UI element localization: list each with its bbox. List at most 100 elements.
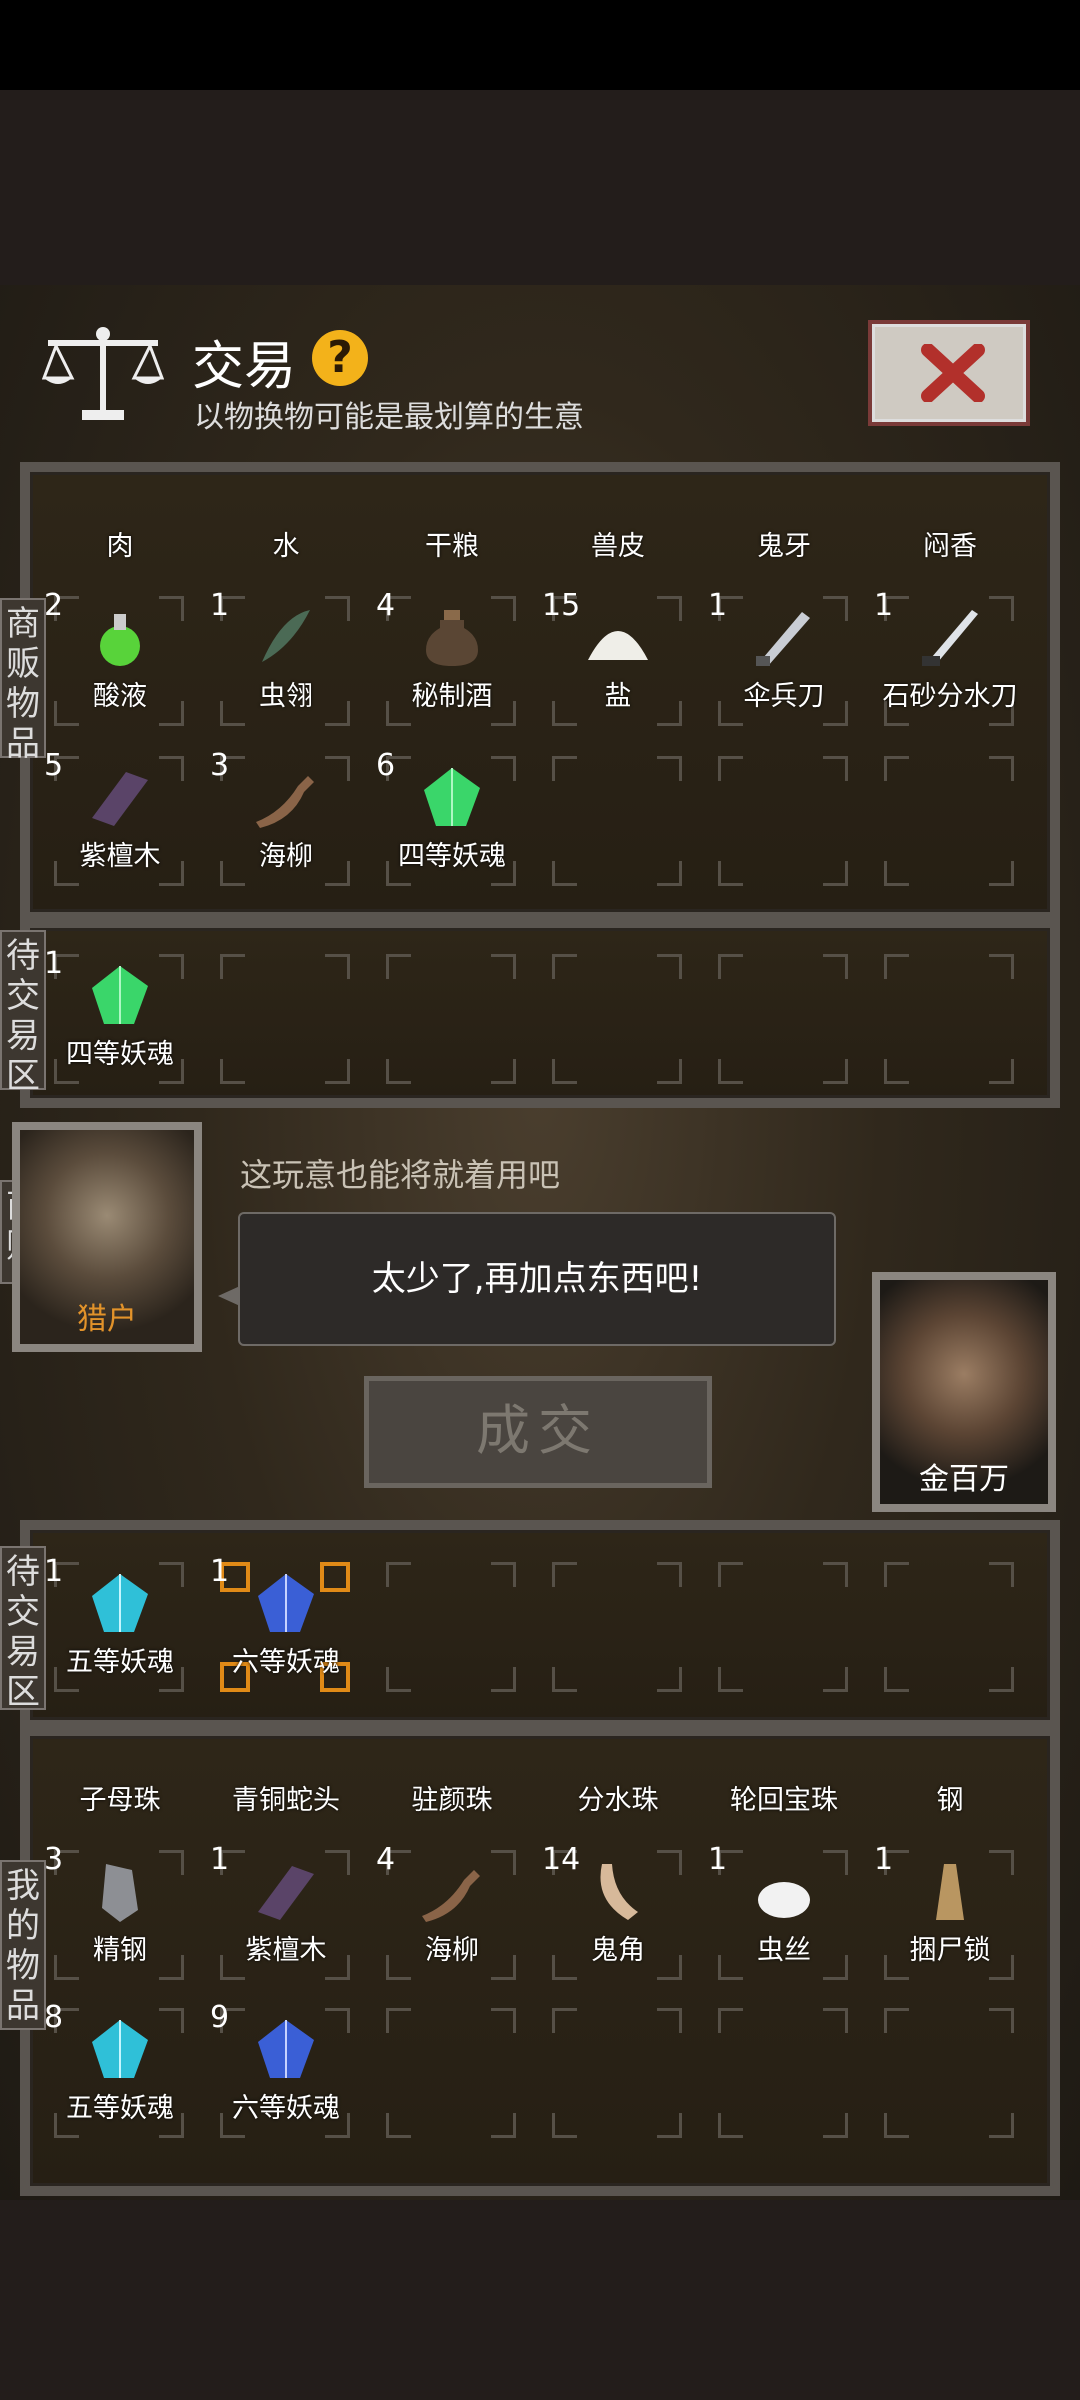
item-quantity: 4 bbox=[376, 1842, 396, 1877]
horn-icon bbox=[584, 1860, 652, 1922]
item-name: 驻颜珠 bbox=[411, 1785, 493, 1816]
item-quantity: 2 bbox=[44, 588, 64, 623]
inventory-item-partial[interactable]: 鬼牙 bbox=[702, 524, 866, 584]
inventory-item[interactable]: 8 五等妖魂 bbox=[38, 2000, 202, 2130]
item-quantity: 1 bbox=[874, 1842, 894, 1877]
inventory-item[interactable]: 5 紫檀木 bbox=[38, 748, 202, 878]
slot-corner bbox=[657, 1667, 682, 1692]
merchant-speech-bubble: 太少了,再加点东西吧! bbox=[238, 1212, 836, 1346]
item-name: 紫檀木 bbox=[79, 841, 161, 872]
knife-icon bbox=[750, 606, 818, 668]
slot-corner bbox=[657, 2008, 682, 2033]
slot-corner bbox=[491, 2008, 516, 2033]
inventory-item[interactable]: 1 石砂分水刀 bbox=[868, 588, 1032, 718]
inventory-item[interactable]: 15 盐 bbox=[536, 588, 700, 718]
item-name: 海柳 bbox=[259, 841, 313, 872]
item-quantity: 1 bbox=[708, 1842, 728, 1877]
inventory-item[interactable]: 1 五等妖魂 bbox=[38, 1554, 202, 1684]
slot[interactable] bbox=[386, 2008, 516, 2138]
salt-pile-icon bbox=[584, 606, 652, 668]
slot-corner bbox=[884, 954, 909, 979]
close-icon bbox=[921, 344, 985, 402]
slot[interactable] bbox=[718, 756, 848, 886]
silk-bowl-icon bbox=[750, 1860, 818, 1922]
inventory-item[interactable]: 1 虫丝 bbox=[702, 1842, 866, 1972]
slot[interactable] bbox=[884, 954, 1014, 1084]
player-portrait[interactable]: 金百万 bbox=[872, 1272, 1056, 1512]
inventory-item-partial[interactable]: 驻颜珠 bbox=[370, 1778, 534, 1838]
slot[interactable] bbox=[386, 954, 516, 1084]
blade-icon bbox=[916, 606, 984, 668]
slot-corner bbox=[989, 2008, 1014, 2033]
inventory-item[interactable]: 1 虫翎 bbox=[204, 588, 368, 718]
item-quantity: 1 bbox=[874, 588, 894, 623]
item-name: 海柳 bbox=[425, 1935, 479, 1966]
merchant-portrait[interactable]: 猎户 bbox=[12, 1122, 202, 1352]
slot[interactable] bbox=[884, 756, 1014, 886]
inventory-item[interactable]: 3 海柳 bbox=[204, 748, 368, 878]
inventory-item[interactable]: 9 六等妖魂 bbox=[204, 2000, 368, 2130]
inventory-item[interactable]: 1 六等妖魂 bbox=[204, 1554, 368, 1684]
slot-corner bbox=[552, 1562, 577, 1587]
inventory-item[interactable]: 3 精钢 bbox=[38, 1842, 202, 1972]
inventory-item-partial[interactable]: 肉 bbox=[38, 524, 202, 584]
wood-icon bbox=[252, 1860, 320, 1922]
inventory-item-partial[interactable]: 闷香 bbox=[868, 524, 1032, 584]
item-quantity: 3 bbox=[44, 1842, 64, 1877]
inventory-item-partial[interactable]: 子母珠 bbox=[38, 1778, 202, 1838]
slot-corner bbox=[386, 1562, 411, 1587]
item-name: 精钢 bbox=[93, 1935, 147, 1966]
inventory-item-partial[interactable]: 钢 bbox=[868, 1778, 1032, 1838]
slot-corner bbox=[718, 756, 743, 781]
slot-corner bbox=[552, 954, 577, 979]
rope-icon bbox=[916, 1860, 984, 1922]
inventory-item[interactable]: 1 紫檀木 bbox=[204, 1842, 368, 1972]
inventory-item[interactable]: 1 伞兵刀 bbox=[702, 588, 866, 718]
speech-tail bbox=[218, 1286, 240, 1306]
slot-corner bbox=[386, 1667, 411, 1692]
slot[interactable] bbox=[220, 954, 350, 1084]
inventory-item-partial[interactable]: 青铜蛇头 bbox=[204, 1778, 368, 1838]
item-quantity: 8 bbox=[44, 2000, 64, 2035]
inventory-item[interactable]: 14 鬼角 bbox=[536, 1842, 700, 1972]
item-quantity: 1 bbox=[44, 946, 64, 981]
item-quantity: 1 bbox=[210, 1842, 230, 1877]
slot[interactable] bbox=[552, 1562, 682, 1692]
item-name: 石砂分水刀 bbox=[882, 681, 1018, 712]
item-name: 肉 bbox=[106, 531, 134, 562]
slot-corner bbox=[552, 2008, 577, 2033]
scale-icon bbox=[42, 327, 164, 420]
slot[interactable] bbox=[718, 954, 848, 1084]
slot[interactable] bbox=[718, 2008, 848, 2138]
inventory-item-partial[interactable]: 干粮 bbox=[370, 524, 534, 584]
inventory-item[interactable]: 2 酸液 bbox=[38, 588, 202, 718]
inventory-item-partial[interactable]: 兽皮 bbox=[536, 524, 700, 584]
help-icon[interactable]: ? bbox=[312, 330, 368, 386]
slot[interactable] bbox=[552, 756, 682, 886]
inventory-item-partial[interactable]: 分水珠 bbox=[536, 1778, 700, 1838]
slot-corner bbox=[718, 1059, 743, 1084]
slot[interactable] bbox=[718, 1562, 848, 1692]
inventory-item[interactable]: 6 四等妖魂 bbox=[370, 748, 534, 878]
slot-corner bbox=[823, 1562, 848, 1587]
item-quantity: 9 bbox=[210, 2000, 230, 2035]
slot-corner bbox=[657, 2113, 682, 2138]
slot-corner bbox=[386, 2008, 411, 2033]
slot[interactable] bbox=[884, 2008, 1014, 2138]
inventory-item-partial[interactable]: 水 bbox=[204, 524, 368, 584]
slot[interactable] bbox=[884, 1562, 1014, 1692]
inventory-item[interactable]: 1 捆尸锁 bbox=[868, 1842, 1032, 1972]
close-button[interactable] bbox=[868, 320, 1030, 426]
inventory-item[interactable]: 4 秘制酒 bbox=[370, 588, 534, 718]
player-name: 金百万 bbox=[919, 1462, 1009, 1497]
slot[interactable] bbox=[386, 1562, 516, 1692]
inventory-item[interactable]: 1 四等妖魂 bbox=[38, 946, 202, 1076]
item-name: 鬼牙 bbox=[757, 531, 811, 562]
slot-corner bbox=[718, 1562, 743, 1587]
slot[interactable] bbox=[552, 2008, 682, 2138]
inventory-item[interactable]: 4 海柳 bbox=[370, 1842, 534, 1972]
slot-corner bbox=[220, 1059, 245, 1084]
inventory-item-partial[interactable]: 轮回宝珠 bbox=[702, 1778, 866, 1838]
deal-button[interactable]: 成交 bbox=[364, 1376, 712, 1488]
slot[interactable] bbox=[552, 954, 682, 1084]
